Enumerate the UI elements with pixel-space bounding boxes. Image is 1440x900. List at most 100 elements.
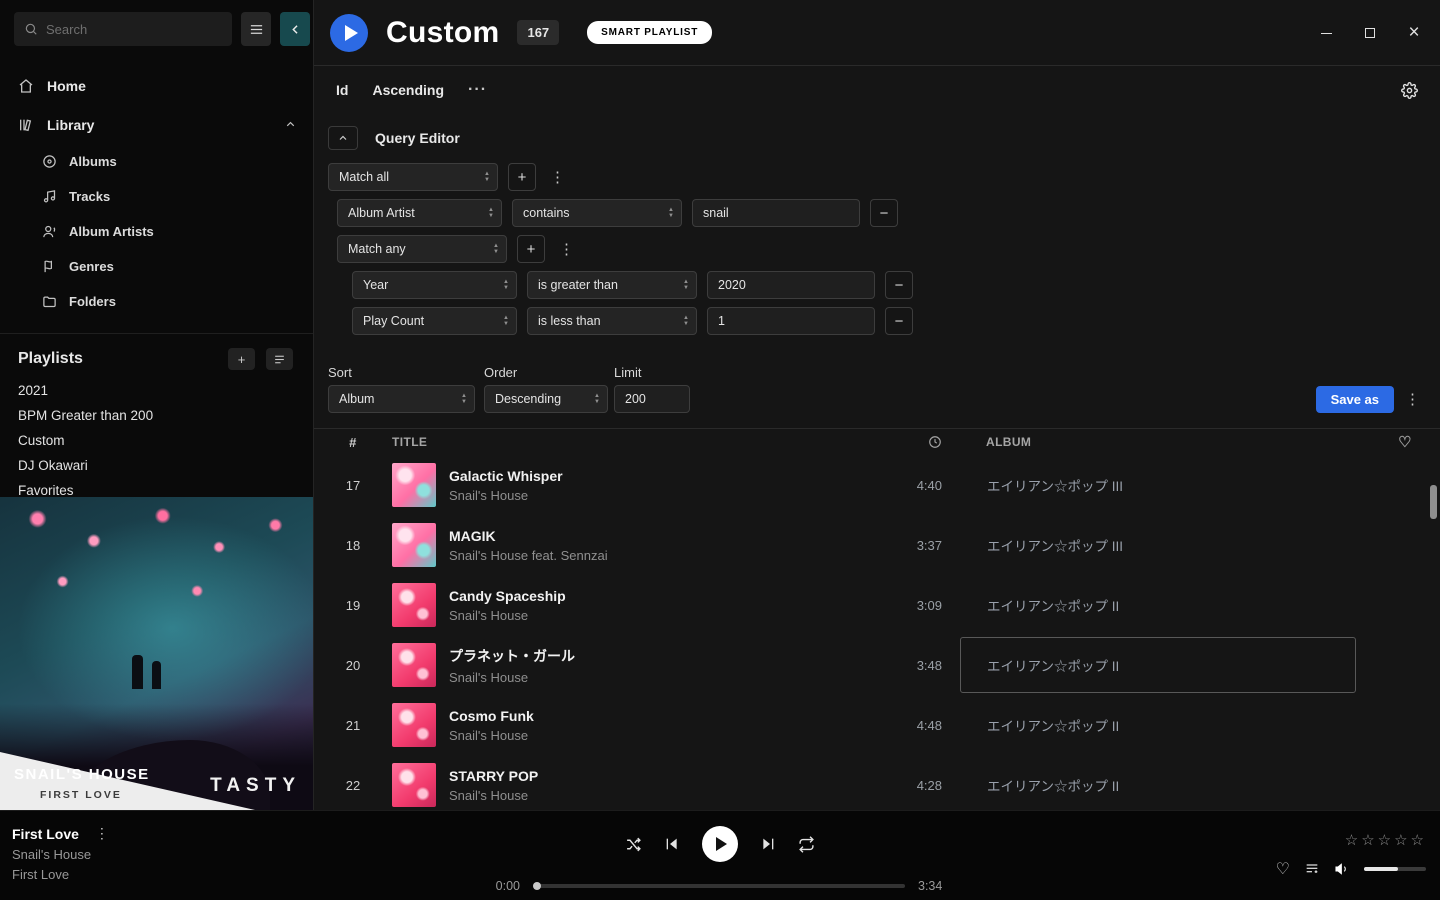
track-album[interactable]: エイリアン☆ポップ II xyxy=(960,577,1356,633)
track-album[interactable]: エイリアン☆ポップ II xyxy=(960,757,1356,810)
table-row[interactable]: 17 Galactic Whisper Snail's House 4:40 エ… xyxy=(314,455,1440,515)
rule-value-input[interactable] xyxy=(707,307,875,335)
track-album[interactable]: エイリアン☆ポップ III xyxy=(960,457,1356,513)
track-artist[interactable]: Snail's House xyxy=(449,670,575,685)
sidebar-item-tracks[interactable]: Tracks xyxy=(0,179,313,214)
star-icon[interactable]: ☆ xyxy=(1378,831,1391,849)
match-type-select[interactable]: Match all ▲▼ xyxy=(328,163,498,191)
track-title-cell: Cosmo Funk Snail's House xyxy=(392,703,880,747)
track-album-focused[interactable]: エイリアン☆ポップ II xyxy=(960,637,1356,693)
more-options-button[interactable]: ··· xyxy=(468,81,487,99)
table-row[interactable]: 20 プラネット・ガール Snail's House 3:48 エイリアン☆ポッ… xyxy=(314,635,1440,695)
collapse-chevron-icon[interactable] xyxy=(284,118,297,131)
playlist-item[interactable]: DJ Okawari xyxy=(0,453,313,478)
order-select[interactable]: Descending ▲▼ xyxy=(484,385,608,413)
queue-button[interactable] xyxy=(1304,861,1320,877)
remove-rule-button[interactable]: − xyxy=(870,199,898,227)
track-album[interactable]: エイリアン☆ポップ III xyxy=(960,517,1356,573)
sort-order-button[interactable]: Ascending xyxy=(372,82,444,98)
playlist-item[interactable]: BPM Greater than 200 xyxy=(0,403,313,428)
rule-value-input[interactable] xyxy=(692,199,860,227)
add-playlist-button[interactable]: + xyxy=(228,348,255,370)
track-artist[interactable]: Snail's House xyxy=(449,788,538,803)
sidebar-item-genres[interactable]: Genres xyxy=(0,249,313,284)
track-artist[interactable]: Snail's House xyxy=(449,608,566,623)
rule-operator-select[interactable]: is greater than ▲▼ xyxy=(527,271,697,299)
sidebar-item-library[interactable]: Library xyxy=(0,105,313,144)
save-as-button[interactable]: Save as xyxy=(1316,386,1394,413)
maximize-button[interactable] xyxy=(1348,10,1392,56)
add-rule-button[interactable]: + xyxy=(508,163,536,191)
column-duration[interactable] xyxy=(880,435,960,449)
table-row[interactable]: 19 Candy Spaceship Snail's House 3:09 エイ… xyxy=(314,575,1440,635)
group-match-type-select[interactable]: Match any ▲▼ xyxy=(337,235,507,263)
shuffle-button[interactable] xyxy=(625,836,642,853)
remove-rule-button[interactable]: − xyxy=(885,307,913,335)
rule-value-input[interactable] xyxy=(707,271,875,299)
search-box[interactable] xyxy=(14,12,232,46)
collapse-query-editor-button[interactable] xyxy=(328,126,358,150)
track-menu-button[interactable]: ⋮ xyxy=(91,825,113,842)
volume-button[interactable] xyxy=(1334,861,1350,877)
save-menu-button[interactable]: ⋮ xyxy=(1401,390,1424,408)
track-artist[interactable]: Snail's House xyxy=(449,488,563,503)
search-input[interactable] xyxy=(46,22,222,37)
column-title[interactable]: TITLE xyxy=(392,435,880,449)
track-artist[interactable]: Snail's House xyxy=(449,728,534,743)
sort-field-button[interactable]: Id xyxy=(336,82,348,98)
play-pause-button[interactable] xyxy=(702,826,738,862)
scrollbar-thumb[interactable] xyxy=(1430,485,1437,519)
now-playing-cover-art[interactable]: SNAIL'S HOUSE FIRST LOVE TASTY xyxy=(0,497,313,810)
rule-group-menu-button[interactable]: ⋮ xyxy=(546,168,569,186)
sidebar-item-albums[interactable]: Albums xyxy=(0,144,313,179)
add-group-rule-button[interactable]: + xyxy=(517,235,545,263)
favorite-track-button[interactable]: ♡ xyxy=(1276,859,1290,879)
settings-button[interactable] xyxy=(1401,82,1418,99)
track-duration: 4:48 xyxy=(880,718,960,733)
previous-button[interactable] xyxy=(664,836,680,852)
playlist-item[interactable]: 2021 xyxy=(0,378,313,403)
sidebar-item-folders[interactable]: Folders xyxy=(0,284,313,319)
group-menu-button[interactable]: ⋮ xyxy=(555,240,578,258)
playlist-item[interactable]: Custom xyxy=(0,428,313,453)
nav-back-button[interactable] xyxy=(280,12,310,46)
rule-operator-select[interactable]: is less than ▲▼ xyxy=(527,307,697,335)
repeat-button[interactable] xyxy=(798,836,815,853)
limit-input[interactable] xyxy=(614,385,690,413)
main-content: Custom 167 SMART PLAYLIST × Id Ascending… xyxy=(314,0,1440,810)
table-row[interactable]: 21 Cosmo Funk Snail's House 4:48 エイリアン☆ポ… xyxy=(314,695,1440,755)
seek-bar[interactable] xyxy=(535,884,905,888)
rule-field-select[interactable]: Year ▲▼ xyxy=(352,271,517,299)
minimize-button[interactable] xyxy=(1304,10,1348,56)
seek-thumb[interactable] xyxy=(533,882,541,890)
star-icon[interactable]: ☆ xyxy=(1345,831,1358,849)
track-artist[interactable]: Snail's House feat. Sennzai xyxy=(449,548,608,563)
play-playlist-button[interactable] xyxy=(330,14,368,52)
rule-field-select[interactable]: Album Artist ▲▼ xyxy=(337,199,502,227)
rating-stars: ☆ ☆ ☆ ☆ ☆ xyxy=(1345,831,1424,849)
sidebar-item-home[interactable]: Home xyxy=(0,66,313,105)
sort-select[interactable]: Album ▲▼ xyxy=(328,385,475,413)
rule-operator-select[interactable]: contains ▲▼ xyxy=(512,199,682,227)
star-icon[interactable]: ☆ xyxy=(1361,831,1374,849)
next-button[interactable] xyxy=(760,836,776,852)
close-button[interactable]: × xyxy=(1392,10,1436,56)
playlist-list-button[interactable] xyxy=(266,348,293,370)
column-favorite[interactable]: ♡ xyxy=(1370,433,1440,451)
track-text: MAGIK Snail's House feat. Sennzai xyxy=(449,528,608,563)
rule-field-select[interactable]: Play Count ▲▼ xyxy=(352,307,517,335)
table-row[interactable]: 18 MAGIK Snail's House feat. Sennzai 3:3… xyxy=(314,515,1440,575)
star-icon[interactable]: ☆ xyxy=(1411,831,1424,849)
now-playing-title[interactable]: First Love xyxy=(12,826,79,842)
table-row[interactable]: 22 STARRY POP Snail's House 4:28 エイリアン☆ポ… xyxy=(314,755,1440,810)
column-index[interactable]: # xyxy=(314,435,392,450)
menu-button[interactable] xyxy=(241,12,271,46)
star-icon[interactable]: ☆ xyxy=(1394,831,1407,849)
now-playing-album[interactable]: First Love xyxy=(12,867,113,882)
volume-slider[interactable] xyxy=(1364,867,1426,871)
column-album[interactable]: ALBUM xyxy=(960,435,1370,449)
now-playing-artist[interactable]: Snail's House xyxy=(12,847,113,862)
track-album[interactable]: エイリアン☆ポップ II xyxy=(960,697,1356,753)
remove-rule-button[interactable]: − xyxy=(885,271,913,299)
sidebar-item-album-artists[interactable]: Album Artists xyxy=(0,214,313,249)
